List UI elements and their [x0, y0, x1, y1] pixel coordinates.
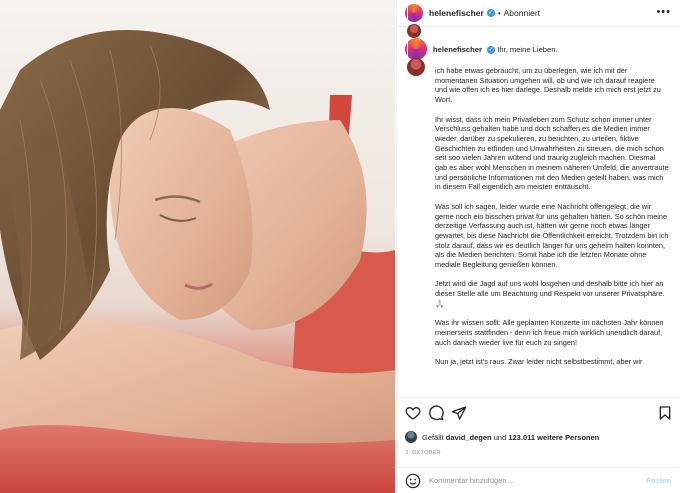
likes-prefix: Gefällt [422, 432, 444, 442]
caption-greeting: Ihr, meine Lieben. [497, 44, 558, 54]
likes-and: und [493, 432, 507, 442]
post-photo[interactable] [0, 0, 395, 493]
smiley-icon[interactable] [405, 473, 421, 489]
post-header: helenefischer ✓ • Abonniert ••• [397, 0, 680, 56]
comment-box: Posten [397, 467, 680, 493]
follow-status-button[interactable]: Abonniert [504, 8, 540, 18]
caption-paragraph: Was soll ich sagen, leider wurde eine Na… [435, 201, 669, 270]
caption-paragraph: Jetzt wird die Jagd auf uns wohl losgehe… [435, 279, 665, 308]
comment-icon[interactable] [428, 405, 444, 421]
liker-avatar[interactable] [405, 431, 417, 443]
caption-username[interactable]: helenefischer [433, 45, 482, 54]
share-icon[interactable] [451, 405, 467, 421]
post-comment-button[interactable]: Posten [646, 476, 671, 485]
more-horizontal-icon[interactable]: ••• [656, 6, 671, 18]
caption-area: helenefischer ✓ Ihr, meine Lieben. ich h… [397, 28, 680, 392]
liker-username[interactable]: david_degen [446, 433, 492, 442]
author-username[interactable]: helenefischer [429, 8, 484, 18]
post-date[interactable]: 3. OKTOBER [405, 450, 441, 456]
likes-count-button[interactable]: 123.011 weitere Personen [508, 433, 599, 442]
action-bar [397, 397, 680, 427]
caption-paragraph: Nun ja, jetzt ist's raus. Zwar leider ni… [435, 357, 643, 367]
caption-paragraph: Was ihr wissen sollt: Alle geplanten Kon… [435, 318, 664, 347]
caption-first-line: helenefischer ✓ Ihr, meine Lieben. [433, 45, 558, 54]
likes-summary: Gefällt david_degen und 123.011 weitere … [405, 431, 599, 443]
caption-paragraph: Ihr wisst, dass ich mein Privatleben zum… [435, 114, 669, 192]
post-side-panel: helenefischer ✓ • Abonniert ••• helenefi… [396, 0, 680, 493]
verified-badge-icon: ✓ [487, 45, 496, 54]
author-avatar[interactable] [405, 4, 423, 56]
heart-icon[interactable] [405, 405, 421, 421]
post-photo-art [0, 30, 395, 493]
caption-paragraph: ich habe etwas gebraucht, um zu überlege… [435, 66, 661, 105]
caption-avatar[interactable] [405, 38, 427, 94]
verified-badge-icon: ✓ [486, 9, 495, 17]
caption-body: ich habe etwas gebraucht, um zu überlege… [405, 66, 673, 367]
bookmark-icon[interactable] [657, 405, 673, 421]
comment-input[interactable] [429, 476, 639, 485]
separator-dot: • [497, 8, 501, 18]
caption-header: helenefischer ✓ Ihr, meine Lieben. [405, 38, 673, 94]
